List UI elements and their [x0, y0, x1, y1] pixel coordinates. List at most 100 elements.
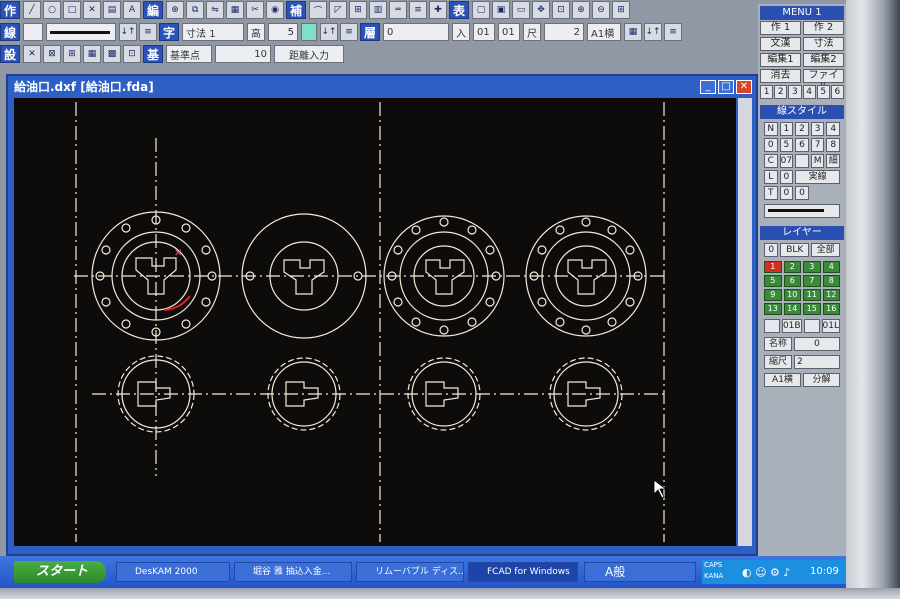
explode-button[interactable]: 分解 [803, 373, 840, 387]
snap-end-icon[interactable]: ⊞ [63, 45, 82, 63]
text-sort-icon[interactable]: ↓↑ [320, 23, 339, 41]
snap-icon[interactable]: ✚ [429, 1, 448, 19]
line-style-cell[interactable]: L [764, 170, 778, 184]
grid-icon[interactable]: ⊞ [612, 1, 631, 19]
text-height-field[interactable]: 5 [268, 23, 299, 41]
cross-tool-icon[interactable]: ✕ [83, 1, 102, 19]
layer-field[interactable]: 0 [383, 23, 450, 41]
menu-number-5[interactable]: 5 [816, 85, 830, 99]
layer-4-button[interactable]: 4 [822, 261, 840, 273]
base-point-field[interactable]: 10 [215, 45, 272, 63]
fillet-icon[interactable]: ⌒ [309, 1, 328, 19]
menu-number-2[interactable]: 2 [774, 85, 788, 99]
move-icon[interactable]: ⊕ [166, 1, 185, 19]
menu-number-3[interactable]: 3 [788, 85, 802, 99]
layer-9-button[interactable]: 9 [764, 289, 782, 301]
line-style-cell[interactable]: M [810, 154, 825, 168]
layer-6-button[interactable]: 6 [783, 275, 801, 287]
measure-icon[interactable]: ⊞ [349, 1, 368, 19]
text-list-icon[interactable]: ≡ [340, 23, 359, 41]
layer-15-button[interactable]: 15 [803, 303, 821, 315]
input-value-a[interactable]: 01 [473, 23, 496, 41]
font-sort-icon[interactable]: ↓↑ [644, 23, 663, 41]
minimize-button[interactable]: _ [700, 80, 716, 94]
taskbar-item-mail[interactable]: 堀谷 雅 抽込入金... [234, 562, 352, 582]
line-width-preview[interactable] [764, 204, 840, 218]
trim-icon[interactable]: ✂ [246, 1, 265, 19]
snap-cross-icon[interactable]: ▩ [103, 45, 122, 63]
snap-center-icon[interactable]: ⊡ [123, 45, 142, 63]
taskbar-item-deskam[interactable]: DesKAM 2000 [116, 562, 230, 582]
layer-blk-button[interactable]: BLK [780, 243, 810, 257]
line-style-cell[interactable]: 細 [826, 154, 840, 168]
taskbar-item-fcad[interactable]: FCAD for Windows [468, 562, 578, 582]
tray-icons[interactable]: ◐ ☺ ⚙ ♪ [742, 566, 790, 579]
menu-create2-button[interactable]: 作 2 [803, 21, 844, 35]
window-icon[interactable]: ▢ [472, 1, 491, 19]
table-tab[interactable]: 表 [449, 1, 470, 19]
line-style-cell[interactable]: 0 [764, 138, 778, 152]
offset-icon[interactable]: ═ [389, 1, 408, 19]
line-style-cell[interactable]: C [764, 154, 778, 168]
array-icon[interactable]: ▦ [226, 1, 245, 19]
zoom-all-icon[interactable]: ✥ [532, 1, 551, 19]
line-style-cell[interactable] [795, 154, 809, 168]
layer-01b-button[interactable]: 01B [781, 319, 802, 333]
hatch-icon[interactable]: ▥ [369, 1, 388, 19]
layer-8-button[interactable]: 8 [822, 275, 840, 287]
line-style-cell[interactable]: N [764, 122, 778, 136]
menu-number-1[interactable]: 1 [760, 85, 774, 99]
font-field[interactable]: A1横 [587, 23, 622, 41]
line-style-cell[interactable]: 07 [779, 154, 794, 168]
layer-name-field[interactable]: 0 [794, 337, 840, 351]
zoom-out-icon[interactable]: ⊖ [592, 1, 611, 19]
text-color-swatch[interactable] [301, 23, 318, 41]
line-style-cell[interactable]: 0 [779, 186, 794, 200]
line-style-solid[interactable]: 実線 [795, 170, 840, 184]
layer-font-button[interactable]: A1横 [764, 373, 801, 387]
print-icon[interactable]: ▤ [103, 1, 122, 19]
layer-extra-cell[interactable] [764, 319, 780, 333]
zoom-window-icon[interactable]: ⊡ [552, 1, 571, 19]
line-style-cell[interactable]: T [764, 186, 778, 200]
layer-zero-button[interactable]: 0 [764, 243, 779, 257]
start-button[interactable]: スタート [14, 561, 106, 583]
char-tab[interactable]: 字 [159, 23, 180, 41]
ime-indicator[interactable]: A般 [584, 562, 696, 582]
menu-dimension-button[interactable]: 寸法 [803, 37, 844, 51]
mirror-icon[interactable]: ⇋ [206, 1, 225, 19]
line-style-cell[interactable]: 1 [779, 122, 794, 136]
vertical-scrollbar[interactable] [738, 98, 752, 546]
line-style-cell[interactable]: 0 [795, 186, 809, 200]
menu-file-button[interactable]: ファイル [803, 69, 844, 93]
layer-scale-field[interactable]: 2 [794, 355, 840, 369]
close-button[interactable]: ✕ [736, 80, 752, 94]
menu-edit2-button[interactable]: 編集2 [803, 53, 844, 67]
snap-point-icon[interactable]: ✕ [23, 45, 42, 63]
scale-field[interactable]: 2 [544, 23, 585, 41]
layer-1-button[interactable]: 1 [764, 261, 782, 273]
menu-number-6[interactable]: 6 [830, 85, 844, 99]
line-style-cell[interactable]: 4 [826, 122, 840, 136]
line-style-cell[interactable]: 0 [779, 170, 794, 184]
line-color-swatch[interactable] [23, 23, 44, 41]
line-list-icon[interactable]: ≡ [139, 23, 158, 41]
line-tab[interactable]: 線 [0, 23, 21, 41]
extend-icon[interactable]: ≡ [409, 1, 428, 19]
layer-12-button[interactable]: 12 [822, 289, 840, 301]
layer-16-button[interactable]: 16 [822, 303, 840, 315]
line-style-cell[interactable]: 8 [826, 138, 840, 152]
view-icon[interactable]: ▣ [492, 1, 511, 19]
base-tab[interactable]: 基 [143, 45, 164, 63]
layer-14-button[interactable]: 14 [783, 303, 801, 315]
line-tool-icon[interactable]: ╱ [23, 1, 42, 19]
line-type-preview[interactable] [46, 23, 117, 41]
layer-2-button[interactable]: 2 [783, 261, 801, 273]
color-icon[interactable]: ◉ [266, 1, 285, 19]
edit-tab[interactable]: 編 [143, 1, 164, 19]
menu-text-button[interactable]: 文漢 [760, 37, 801, 51]
copy-icon[interactable]: ⧉ [186, 1, 205, 19]
input-value-b[interactable]: 01 [498, 23, 521, 41]
maximize-button[interactable]: □ [718, 80, 734, 94]
layer-5-button[interactable]: 5 [764, 275, 782, 287]
